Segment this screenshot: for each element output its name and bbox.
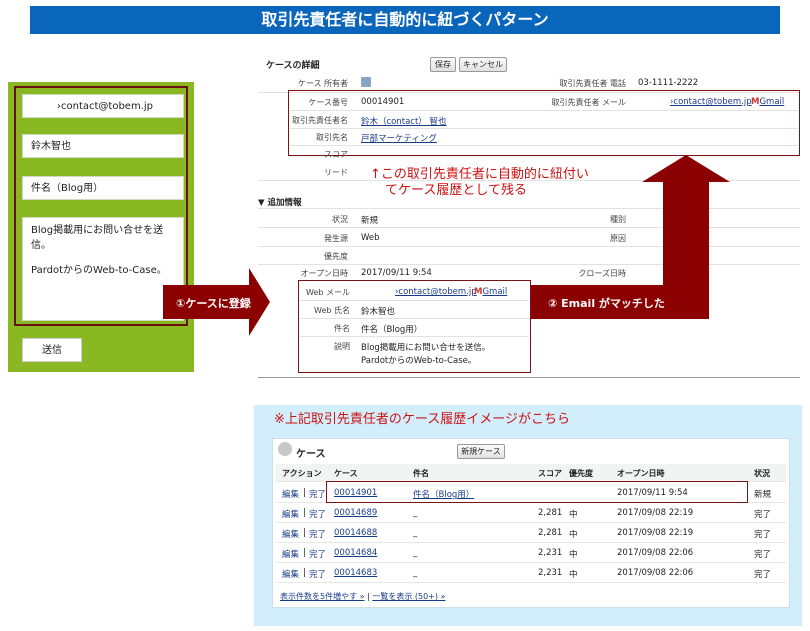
status-value: 完了 — [754, 510, 772, 520]
subject-value: _ — [413, 528, 418, 538]
col-status: 状況 — [754, 469, 770, 478]
opened-value: 2017/09/08 22:19 — [617, 528, 694, 538]
priority-value: 中 — [569, 530, 578, 540]
history-note: ※上記取引先責任者のケース履歴イメージがこちら — [274, 412, 570, 427]
close-link[interactable]: 完了 — [309, 568, 326, 580]
col-score: スコア — [538, 469, 562, 478]
col-case: ケース — [334, 469, 358, 478]
edit-link[interactable]: 編集 — [282, 528, 299, 540]
new-case-highlight-box — [326, 481, 748, 503]
case-link[interactable]: 00014683 — [334, 568, 377, 578]
close-link[interactable]: 完了 — [309, 548, 326, 560]
opened-value: 2017/09/08 22:19 — [617, 508, 694, 518]
step2-label: ② Email がマッチした — [548, 297, 665, 310]
step1-label: ①ケースに登録 — [176, 297, 251, 310]
priority-value: 中 — [569, 570, 578, 580]
show-more-link[interactable]: 表示件数を5件増やす » — [280, 592, 365, 601]
case-link[interactable]: 00014689 — [334, 508, 377, 518]
action-separator: | — [303, 508, 306, 518]
new-case-button[interactable]: 新規ケース — [457, 444, 505, 459]
table-row: 編集 | 完了 00014688 _ 2,281 中 2017/09/08 22… — [276, 523, 786, 543]
col-subject: 件名 — [413, 469, 429, 478]
action-separator: | — [303, 488, 306, 498]
edit-link[interactable]: 編集 — [282, 508, 299, 520]
edit-link[interactable]: 編集 — [282, 548, 299, 560]
subject-value: _ — [413, 548, 418, 558]
col-opened: オープン日時 — [617, 469, 665, 478]
status-value: 完了 — [754, 570, 772, 580]
close-link[interactable]: 完了 — [309, 508, 326, 520]
list-footer: 表示件数を5件増やす » | 一覧を表示 (50+) » — [280, 591, 445, 602]
action-separator: | — [303, 528, 306, 538]
status-value: 完了 — [754, 550, 772, 560]
score-value: 2,231 — [538, 568, 563, 578]
edit-link[interactable]: 編集 — [282, 568, 299, 580]
table-header: アクション ケース 件名 スコア 優先度 オープン日時 状況 — [276, 464, 786, 482]
col-priority: 優先度 — [569, 469, 593, 478]
footer-separator: | — [367, 592, 370, 601]
table-row: 編集 | 完了 00014684 _ 2,231 中 2017/09/08 22… — [276, 543, 786, 563]
table-row: 編集 | 完了 00014689 _ 2,281 中 2017/09/08 22… — [276, 503, 786, 523]
score-value: 2,231 — [538, 548, 563, 558]
case-link[interactable]: 00014688 — [334, 528, 377, 538]
col-action: アクション — [282, 469, 322, 478]
subject-value: _ — [413, 568, 418, 578]
opened-value: 2017/09/08 22:06 — [617, 568, 694, 578]
case-icon — [278, 442, 292, 456]
close-link[interactable]: 完了 — [309, 488, 326, 500]
priority-value: 中 — [569, 550, 578, 560]
opened-value: 2017/09/08 22:06 — [617, 548, 694, 558]
close-link[interactable]: 完了 — [309, 528, 326, 540]
action-separator: | — [303, 548, 306, 558]
status-value: 完了 — [754, 530, 772, 540]
action-separator: | — [303, 568, 306, 578]
priority-value: 中 — [569, 510, 578, 520]
score-value: 2,281 — [538, 528, 563, 538]
case-link[interactable]: 00014684 — [334, 548, 377, 558]
show-all-link[interactable]: 一覧を表示 (50+) » — [372, 592, 445, 601]
subject-value: _ — [413, 508, 418, 518]
cases-heading: ケース — [296, 449, 326, 460]
score-value: 2,281 — [538, 508, 563, 518]
edit-link[interactable]: 編集 — [282, 488, 299, 500]
table-row: 編集 | 完了 00014683 _ 2,231 中 2017/09/08 22… — [276, 563, 786, 583]
status-value: 新規 — [754, 490, 772, 500]
